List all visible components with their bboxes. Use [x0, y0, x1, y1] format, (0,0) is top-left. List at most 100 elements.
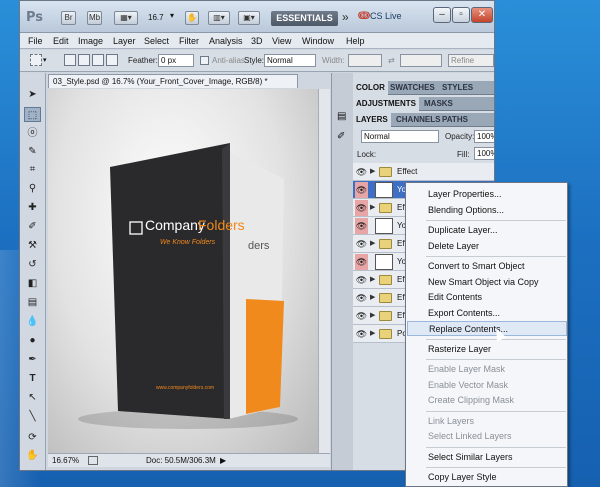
context-menu-item[interactable]: Edit Contents [407, 290, 567, 305]
menu-filter[interactable]: Filter [179, 36, 199, 46]
tab-layers[interactable]: LAYERS [353, 113, 391, 127]
3d-rotate-tool-icon[interactable]: ⟳ [24, 430, 41, 445]
dodge-tool-icon[interactable]: ● [24, 333, 41, 348]
minimize-button[interactable]: – [433, 7, 451, 23]
maximize-button[interactable]: ▫ [452, 7, 470, 23]
marquee-preset-icon[interactable] [30, 54, 42, 66]
menu-layer[interactable]: Layer [113, 36, 136, 46]
context-menu-item[interactable]: Duplicate Layer... [407, 223, 567, 238]
eraser-tool-icon[interactable]: ◧ [24, 276, 41, 291]
blur-tool-icon[interactable]: 💧 [24, 314, 41, 329]
opacity-input[interactable]: 100% [474, 130, 494, 143]
more-workspaces-icon[interactable]: » [342, 10, 349, 24]
expand-triangle-icon[interactable]: ▶ [370, 239, 375, 247]
type-tool-icon[interactable]: T [24, 371, 41, 386]
expand-triangle-icon[interactable]: ▶ [370, 329, 375, 337]
status-menu-icon[interactable]: ▶ [220, 454, 226, 467]
tab-channels[interactable]: CHANNELS [393, 113, 443, 127]
context-menu-item[interactable]: New Smart Object via Copy [407, 275, 567, 290]
view-extras-button[interactable]: ▦▾ [114, 11, 138, 25]
add-selection-icon[interactable] [78, 54, 90, 66]
feather-input[interactable]: 0 px [158, 54, 194, 67]
intersect-selection-icon[interactable] [106, 54, 118, 66]
cs-live-menu[interactable]: CS Live [370, 11, 402, 21]
visibility-eye-icon[interactable]: 👁 [355, 200, 368, 216]
menu-analysis[interactable]: Analysis [209, 36, 243, 46]
canvas-vertical-scrollbar[interactable] [318, 89, 330, 453]
menu-3d[interactable]: 3D [251, 36, 263, 46]
menu-help[interactable]: Help [346, 36, 365, 46]
width-input[interactable] [348, 54, 382, 67]
brush-panel-icon[interactable]: ✐ [337, 131, 345, 142]
expand-triangle-icon[interactable]: ▶ [370, 275, 375, 283]
visibility-eye-icon[interactable]: 👁 [355, 182, 368, 198]
swap-icon[interactable]: ⇄ [388, 56, 395, 65]
subtract-selection-icon[interactable] [92, 54, 104, 66]
visibility-eye-icon[interactable]: 👁 [355, 164, 368, 180]
menu-edit[interactable]: Edit [53, 36, 69, 46]
context-menu-item[interactable]: Blending Options... [407, 203, 567, 218]
tab-masks[interactable]: MASKS [421, 97, 456, 111]
context-menu-item[interactable]: Enable Vector Mask [407, 378, 567, 393]
preset-dropdown-icon[interactable]: ▾ [43, 56, 47, 64]
menu-view[interactable]: View [272, 36, 291, 46]
shape-tool-icon[interactable]: ╲ [24, 409, 41, 424]
healing-tool-icon[interactable]: ✚ [24, 200, 41, 215]
document-canvas[interactable]: Company Folders We Know Folders ders www… [48, 89, 318, 453]
lasso-tool-icon[interactable]: ⓞ [24, 126, 41, 141]
context-menu-item[interactable]: Copy Layer Style [407, 470, 567, 485]
visibility-eye-icon[interactable]: 👁 [355, 236, 368, 252]
gradient-tool-icon[interactable]: ▤ [24, 295, 41, 310]
visibility-eye-icon[interactable]: 👁 [355, 290, 368, 306]
brush-tool-icon[interactable]: ✐ [24, 219, 41, 234]
pen-tool-icon[interactable]: ✒ [24, 352, 41, 367]
expand-triangle-icon[interactable]: ▶ [370, 311, 375, 319]
expand-triangle-icon[interactable]: ▶ [370, 203, 375, 211]
hand-tool-button[interactable]: ✋ [185, 11, 199, 25]
history-brush-icon[interactable]: ↺ [24, 257, 41, 272]
context-menu-item[interactable]: Link Layers [407, 414, 567, 429]
zoom-status[interactable]: 16.67% [52, 454, 79, 467]
layer-row[interactable]: 👁 ▶ Effect [353, 163, 494, 181]
visibility-eye-icon[interactable]: 👁 [355, 254, 368, 270]
context-menu-item[interactable]: Create Clipping Mask [407, 393, 567, 408]
arrange-documents-button[interactable]: ▥▾ [208, 11, 230, 25]
eyedropper-tool-icon[interactable]: ⚲ [24, 181, 41, 196]
context-menu-item[interactable]: Select Linked Layers [407, 429, 567, 444]
context-menu-item[interactable]: Enable Layer Mask [407, 362, 567, 377]
visibility-eye-icon[interactable]: 👁 [355, 326, 368, 342]
context-menu-item[interactable]: Rasterize Layer [407, 342, 567, 357]
zoom-level[interactable]: 16.7 [148, 13, 164, 22]
bridge-button[interactable]: Br [61, 11, 76, 25]
fill-input[interactable]: 100% [474, 147, 494, 160]
context-menu-item[interactable]: Replace Contents... [407, 321, 567, 336]
cs-live-icon[interactable]: ↈ [358, 10, 370, 23]
menu-image[interactable]: Image [78, 36, 103, 46]
context-menu-item[interactable]: Select Similar Layers [407, 450, 567, 465]
menu-select[interactable]: Select [144, 36, 169, 46]
quick-select-tool-icon[interactable]: ✎ [24, 144, 41, 159]
visibility-eye-icon[interactable]: 👁 [355, 218, 368, 234]
context-menu-item[interactable]: Export Contents... [407, 306, 567, 321]
height-input[interactable] [400, 54, 442, 67]
workspace-essentials-button[interactable]: ESSENTIALS [271, 11, 338, 26]
marquee-tool-icon[interactable]: ⬚ [24, 107, 41, 122]
crop-tool-icon[interactable]: ⌗ [24, 162, 41, 177]
menu-window[interactable]: Window [302, 36, 334, 46]
new-selection-icon[interactable] [64, 54, 76, 66]
context-menu-item[interactable]: Convert to Smart Object [407, 259, 567, 274]
refine-edge-button[interactable]: Refine [448, 54, 494, 67]
expand-triangle-icon[interactable]: ▶ [370, 293, 375, 301]
tab-paths[interactable]: PATHS [439, 113, 471, 127]
mini-bridge-button[interactable]: Mb [87, 11, 102, 25]
path-select-tool-icon[interactable]: ↖ [24, 390, 41, 405]
tab-adjustments[interactable]: ADJUSTMENTS [353, 97, 420, 111]
history-panel-icon[interactable]: ▤ [337, 111, 346, 122]
hand-tool-icon[interactable]: ✋ [24, 448, 41, 463]
zoom-dropdown-icon[interactable]: ▾ [170, 11, 174, 20]
blend-mode-select[interactable]: Normal [361, 130, 439, 143]
menu-file[interactable]: File [28, 36, 43, 46]
close-button[interactable]: ✕ [471, 7, 493, 23]
tab-styles[interactable]: STYLES [439, 81, 476, 95]
tab-color[interactable]: COLOR [353, 81, 388, 95]
